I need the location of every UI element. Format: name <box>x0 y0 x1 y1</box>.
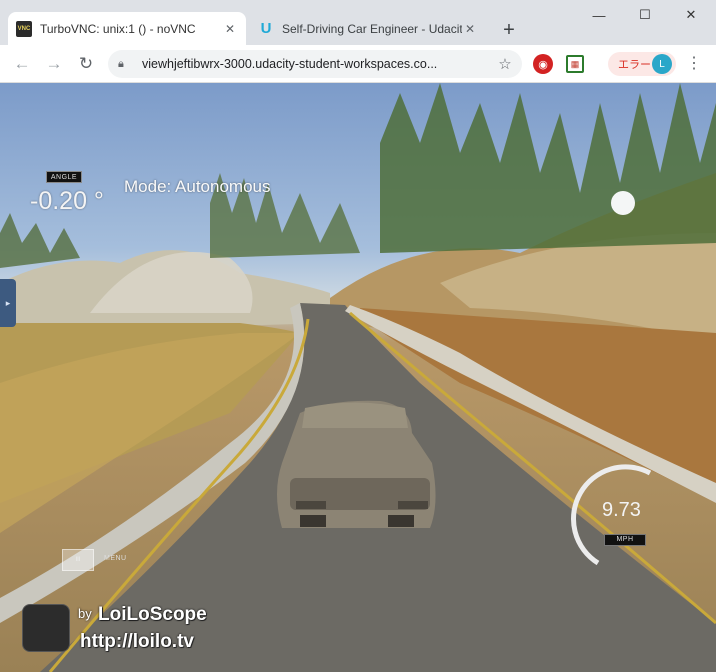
arrow-right-icon: → <box>45 54 63 73</box>
more-menu-icon[interactable]: ⋮ <box>684 54 704 74</box>
close-icon[interactable]: ✕ <box>462 22 478 36</box>
driving-scene <box>0 83 716 672</box>
browser-window: VNC TurboVNC: unix:1 () - noVNC ✕ U Self… <box>0 0 716 672</box>
simulator-viewport[interactable]: ANGLE -0.20 ° Mode: Autonomous ▸ III MEN… <box>0 83 716 672</box>
vnc-icon: VNC <box>16 20 32 37</box>
angle-value: -0.20 ° <box>30 187 104 215</box>
watermark-brand: LoiLoScope <box>98 604 207 625</box>
reload-icon: ↻ <box>78 54 94 73</box>
tab-turbovnc[interactable]: VNC TurboVNC: unix:1 () - noVNC ✕ <box>8 12 246 45</box>
sun <box>611 191 635 215</box>
forest-right <box>380 83 716 253</box>
back-button[interactable]: ← <box>10 52 34 76</box>
udacity-icon: U <box>260 20 272 37</box>
speed-value: 9.73 <box>602 499 641 521</box>
avatar: L <box>652 54 672 74</box>
angle-label: ANGLE <box>46 171 82 183</box>
tab-title: Self-Driving Car Engineer - Udacity <box>282 21 462 36</box>
browser-toolbar: ← → ↻ 🔒︎ viewhjeftibwrx-3000.udacity-stu… <box>0 45 716 83</box>
error-label: エラー <box>618 59 651 71</box>
menu-label: MENU <box>104 555 127 562</box>
forward-button[interactable]: → <box>42 52 66 76</box>
watermark-url: http://loilo.tv <box>80 631 194 652</box>
tab-title: TurboVNC: unix:1 () - noVNC <box>40 21 196 36</box>
maximize-button[interactable]: ☐ <box>622 4 668 26</box>
speed-unit: MPH <box>604 534 646 546</box>
reload-button[interactable]: ↻ <box>74 52 98 76</box>
menu-button[interactable]: III <box>62 549 94 571</box>
extension-red-icon[interactable]: ◉ <box>533 54 553 74</box>
forest-left <box>0 213 80 268</box>
tab-strip: VNC TurboVNC: unix:1 () - noVNC ✕ U Self… <box>0 0 716 45</box>
tab-udacity[interactable]: U Self-Driving Car Engineer - Udacity ✕ <box>250 12 486 45</box>
address-bar[interactable]: 🔒︎ viewhjeftibwrx-3000.udacity-student-w… <box>108 50 522 78</box>
watermark-by: by <box>78 606 92 621</box>
mode-indicator: Mode: Autonomous <box>124 177 271 196</box>
arrow-left-icon: ← <box>13 54 31 73</box>
extension-calendar-icon[interactable]: ▦ <box>566 55 584 73</box>
plus-icon: + <box>503 18 515 41</box>
bookmark-star-icon[interactable]: ☆ <box>496 55 514 73</box>
loiloscope-logo <box>22 604 70 652</box>
address-url[interactable]: viewhjeftibwrx-3000.udacity-student-work… <box>142 57 496 71</box>
new-tab-button[interactable]: + <box>496 17 522 43</box>
close-icon[interactable]: ✕ <box>222 22 238 36</box>
lock-icon: 🔒︎ <box>118 57 124 70</box>
minimize-button[interactable]: — <box>576 4 622 26</box>
novnc-control-handle[interactable]: ▸ <box>0 279 16 327</box>
profile-error-button[interactable]: エラー L <box>608 52 676 76</box>
window-close-button[interactable]: ✕ <box>668 4 714 26</box>
